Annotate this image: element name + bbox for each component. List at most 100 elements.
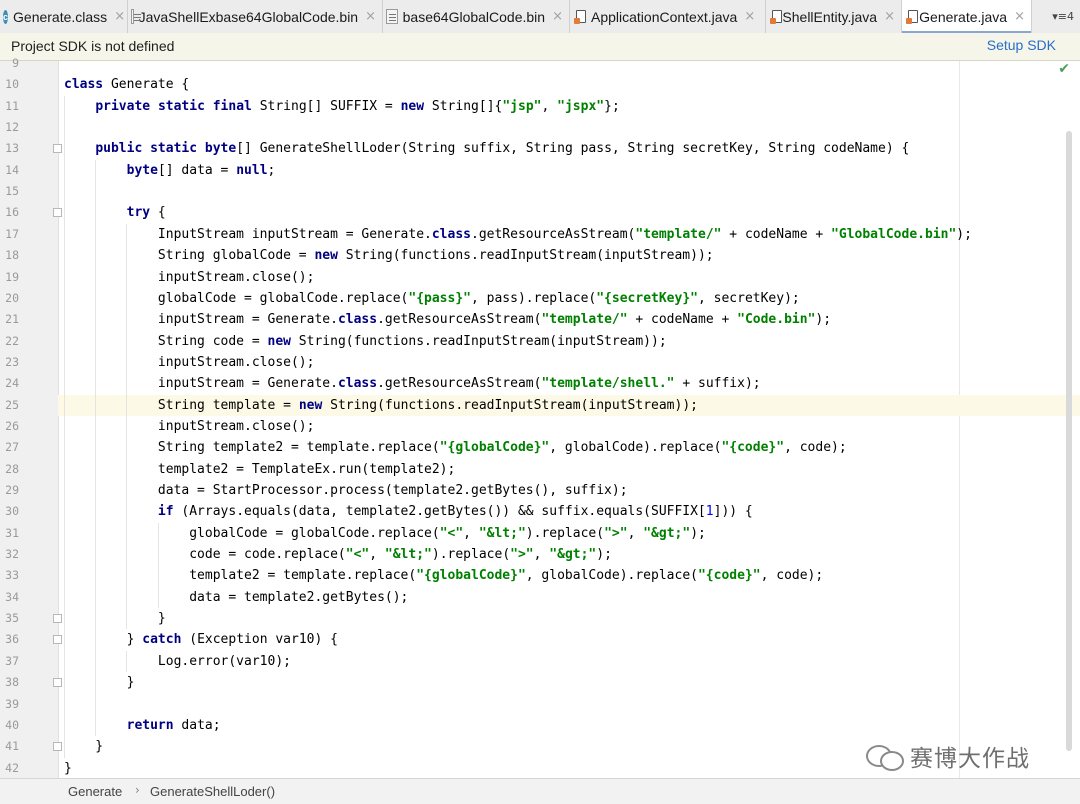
line-number-gutter[interactable]: 9 10 11 12 13 14 15 16 17 18 19 20 21 22 23 24 25 26 27 28 2…	[0, 56, 62, 779]
line-number[interactable]: 20	[0, 288, 19, 309]
code-text: inputStream.close();	[64, 354, 315, 370]
close-icon[interactable]: ×	[114, 9, 125, 24]
line-number[interactable]: 22	[0, 331, 19, 352]
tab-overflow-menu[interactable]: ▾≡4	[1052, 10, 1074, 23]
line-number[interactable]: 31	[0, 523, 19, 544]
code-text: code = code.replace("<", "&lt;").replace…	[64, 547, 612, 563]
tab-label: Generate.class	[13, 8, 108, 25]
code-text: inputStream.close();	[64, 418, 315, 434]
line-number[interactable]: 9	[0, 53, 19, 74]
code-line[interactable]	[58, 74, 1080, 95]
code-text: globalCode = globalCode.replace("<", "&l…	[64, 525, 706, 541]
line-number[interactable]: 25	[0, 395, 19, 416]
code-line[interactable]	[58, 53, 1080, 74]
tab-label: JavaShellExbase64GlobalCode.bin	[138, 8, 359, 25]
vertical-scrollbar[interactable]	[1066, 131, 1072, 751]
breadcrumb-separator: ›	[135, 783, 140, 797]
inspection-ok-icon[interactable]: ✔	[1058, 61, 1070, 77]
code-text: class Generate {	[64, 77, 190, 93]
line-number[interactable]: 28	[0, 459, 19, 480]
line-number[interactable]: 27	[0, 437, 19, 458]
tab-label: Generate.java	[919, 8, 1008, 25]
line-number[interactable]: 12	[0, 117, 19, 138]
code-text: try {	[126, 205, 166, 221]
close-icon[interactable]: ×	[744, 9, 755, 24]
code-area[interactable]: class Generate { private static final St…	[58, 61, 1080, 778]
line-number[interactable]: 33	[0, 565, 19, 586]
line-number[interactable]: 23	[0, 352, 19, 373]
line-number[interactable]: 15	[0, 181, 19, 202]
line-number[interactable]: 37	[0, 651, 19, 672]
tab-applicationcontext-java[interactable]: ApplicationContext.java ×	[570, 0, 766, 33]
code-text: Log.error(var10);	[64, 653, 291, 669]
code-text: String template = new String(functions.r…	[64, 397, 698, 413]
line-number[interactable]: 11	[0, 96, 19, 117]
code-text: data = template2.getBytes();	[64, 589, 409, 605]
line-number[interactable]: 41	[0, 736, 19, 757]
line-number[interactable]: 19	[0, 267, 19, 288]
line-number[interactable]: 10	[0, 74, 19, 95]
code-text: template2 = template.replace("{globalCod…	[64, 568, 824, 584]
code-text: if (Arrays.equals(data, template2.getByt…	[157, 504, 753, 520]
code-text: } catch (Exception var10) {	[64, 632, 338, 648]
line-number[interactable]: 17	[0, 224, 19, 245]
sdk-notification-message: Project SDK is not defined	[11, 38, 175, 54]
tab-base64globalcode-bin[interactable]: base64GlobalCode.bin ×	[383, 0, 570, 33]
tab-shellentity-java[interactable]: ShellEntity.java ×	[766, 0, 902, 33]
line-number[interactable]: 18	[0, 245, 19, 266]
code-line[interactable]	[58, 181, 1080, 202]
binary-file-icon	[131, 9, 140, 24]
tab-generate-class[interactable]: c Generate.class ×	[0, 0, 128, 33]
tab-generate-java[interactable]: Generate.java ×	[902, 0, 1032, 34]
code-editor[interactable]: 9 10 11 12 13 14 15 16 17 18 19 20 21 22 23 24 25 26 27 28 2…	[0, 56, 1080, 779]
line-number[interactable]: 26	[0, 416, 19, 437]
code-text: data = StartProcessor.process(template2.…	[64, 483, 628, 498]
setup-sdk-link[interactable]: Setup SDK	[987, 37, 1056, 53]
tab-label: ApplicationContext.java	[591, 8, 738, 25]
line-number[interactable]: 40	[0, 715, 19, 736]
code-text: }	[64, 739, 104, 755]
line-number[interactable]: 34	[0, 587, 19, 608]
indent-guide	[126, 223, 128, 630]
line-number[interactable]: 36	[0, 629, 19, 650]
line-number[interactable]: 39	[0, 694, 19, 715]
java-file-icon	[905, 9, 919, 24]
code-text: inputStream = Generate.class.getResource…	[64, 312, 832, 328]
watermark: 赛博大作战	[866, 739, 1030, 773]
code-line[interactable]	[58, 672, 1080, 693]
code-text: String template2 = template.replace("{gl…	[64, 440, 847, 456]
close-icon[interactable]: ×	[552, 9, 563, 24]
code-text: String globalCode = new String(functions…	[64, 248, 714, 264]
breadcrumb-class[interactable]: Generate	[68, 784, 122, 799]
code-text: public static byte[] GenerateShellLoder(…	[95, 141, 910, 157]
line-number[interactable]: 42	[0, 758, 19, 779]
line-number[interactable]: 14	[0, 160, 19, 181]
line-number[interactable]: 13	[0, 138, 19, 159]
tab-javashellexbase64globalcode-bin[interactable]: JavaShellExbase64GlobalCode.bin ×	[128, 0, 383, 33]
code-text: String code = new String(functions.readI…	[64, 333, 667, 349]
class-file-icon: c	[3, 9, 9, 24]
code-line[interactable]	[58, 694, 1080, 715]
code-text: return data;	[126, 717, 221, 733]
code-text: InputStream inputStream = Generate.class…	[64, 226, 972, 242]
close-icon[interactable]: ×	[365, 9, 376, 24]
code-text: globalCode = globalCode.replace("{pass}"…	[64, 290, 800, 306]
line-number[interactable]: 16	[0, 202, 19, 223]
line-number[interactable]: 38	[0, 672, 19, 693]
line-number[interactable]: 35	[0, 608, 19, 629]
line-number[interactable]: 24	[0, 373, 19, 394]
breadcrumb-method[interactable]: GenerateShellLoder()	[150, 784, 275, 799]
code-line[interactable]	[58, 117, 1080, 138]
code-line[interactable]	[58, 608, 1080, 629]
indent-guide	[95, 159, 97, 737]
line-number[interactable]: 21	[0, 309, 19, 330]
line-number[interactable]: 29	[0, 480, 19, 501]
editor-tab-bar: c Generate.class × JavaShellExbase64GlobalC…	[0, 0, 1080, 34]
line-number[interactable]: 30	[0, 501, 19, 522]
close-icon[interactable]: ×	[884, 9, 895, 24]
code-line[interactable]	[58, 202, 1080, 223]
java-file-icon	[573, 9, 586, 24]
close-icon[interactable]: ×	[1014, 9, 1025, 24]
line-number[interactable]: 32	[0, 544, 19, 565]
wechat-logo-icon	[866, 743, 904, 771]
